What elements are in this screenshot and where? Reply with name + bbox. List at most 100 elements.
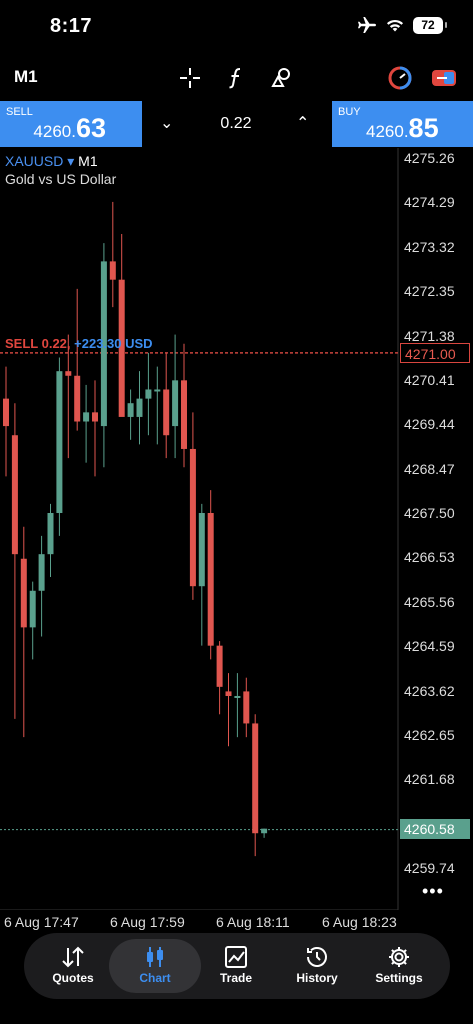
candle-body bbox=[261, 828, 268, 834]
price-tick-label: 4264.59 bbox=[404, 638, 455, 655]
nav-settings-label: Settings bbox=[375, 971, 423, 985]
sell-price: 4260.63 bbox=[33, 113, 106, 144]
nav-quotes-label: Quotes bbox=[52, 971, 94, 985]
position-line-label[interactable]: SELL 0.22, +223.30 USD bbox=[5, 336, 153, 351]
buy-button[interactable]: BUY 4260.85 bbox=[332, 101, 473, 147]
candle-body bbox=[47, 513, 54, 555]
sell-price-pips: 63 bbox=[75, 113, 106, 143]
candlestick-chart-svg[interactable] bbox=[0, 148, 473, 910]
price-tick-label: 4262.65 bbox=[404, 726, 455, 743]
nav-settings[interactable]: Settings bbox=[358, 939, 440, 993]
toggle-trade-icon bbox=[432, 70, 456, 86]
shapes-icon bbox=[271, 68, 290, 87]
timeframe-button[interactable]: M1 bbox=[14, 67, 38, 87]
candle-body bbox=[145, 389, 152, 399]
price-chart[interactable]: XAUUSD ▾ M1 Gold vs US Dollar SELL 0.22,… bbox=[0, 148, 473, 930]
bid-price-tag: 4260.58 bbox=[400, 819, 470, 839]
candle-body bbox=[56, 371, 63, 513]
price-tick-label: 4270.41 bbox=[404, 371, 455, 388]
candle-body bbox=[136, 398, 143, 417]
airplane-icon bbox=[358, 17, 376, 33]
candle-body bbox=[38, 554, 45, 591]
candle-body bbox=[234, 695, 241, 698]
candle-body bbox=[181, 380, 187, 449]
candle-body bbox=[83, 412, 90, 422]
candle-body bbox=[65, 371, 72, 376]
battery-indicator: 72 bbox=[413, 16, 447, 34]
candlestick-icon bbox=[147, 947, 163, 967]
candle-body bbox=[74, 375, 81, 422]
function-icon bbox=[229, 68, 241, 89]
nav-history[interactable]: History bbox=[276, 939, 358, 993]
speedometer-icon bbox=[388, 66, 412, 90]
price-tick-label: 4266.53 bbox=[404, 549, 455, 566]
sell-price-prefix: 4260. bbox=[33, 122, 76, 141]
candle-body bbox=[29, 590, 36, 628]
symbol-selector[interactable]: XAUUSD ▾ M1 bbox=[5, 153, 98, 170]
trade-panel: SELL 4260.63 ⌄ 0.22 ⌃ BUY 4260.85 bbox=[0, 101, 473, 147]
candle-body bbox=[243, 691, 250, 724]
history-clock-icon bbox=[307, 947, 327, 967]
position-profit-text: +223.30 USD bbox=[74, 336, 153, 351]
quotes-arrows-icon bbox=[62, 946, 84, 968]
status-icons: 72 bbox=[357, 16, 447, 34]
sell-label: SELL bbox=[6, 106, 33, 118]
time-tick-label: 6 Aug 17:47 bbox=[4, 914, 79, 930]
candle-body bbox=[92, 412, 98, 422]
gear-icon bbox=[389, 947, 409, 967]
price-tick-label: 4269.44 bbox=[404, 416, 455, 433]
price-tick-label: 4261.68 bbox=[404, 771, 455, 788]
symbol-name: XAUUSD bbox=[5, 153, 64, 169]
nav-trade-label: Trade bbox=[219, 971, 252, 985]
nav-trade[interactable]: Trade bbox=[195, 939, 277, 993]
candle-body bbox=[172, 380, 179, 427]
sell-button[interactable]: SELL 4260.63 bbox=[0, 101, 142, 147]
lot-size-value[interactable]: 0.22 bbox=[200, 115, 272, 133]
price-tick-label: 4267.50 bbox=[404, 505, 455, 521]
candle-body bbox=[20, 558, 27, 628]
time-tick-label: 6 Aug 18:23 bbox=[322, 914, 397, 930]
lot-increase-button[interactable]: ⌃ bbox=[296, 113, 309, 133]
price-tick-label: 4275.26 bbox=[404, 150, 455, 166]
candle-body bbox=[154, 389, 161, 392]
crosshair-button[interactable] bbox=[176, 64, 204, 92]
status-bar: 8:17 72 bbox=[0, 0, 473, 54]
chart-toolbar: M1 bbox=[0, 56, 473, 100]
candle-body bbox=[207, 513, 214, 646]
trade-mode-button[interactable] bbox=[430, 64, 458, 92]
candle-body bbox=[3, 398, 9, 427]
chart-timeframe: M1 bbox=[78, 153, 98, 169]
objects-button[interactable] bbox=[268, 64, 296, 92]
position-price-tag: 4271.00 bbox=[400, 343, 470, 363]
more-options-button[interactable]: ••• bbox=[422, 881, 444, 902]
buy-price: 4260.85 bbox=[366, 113, 439, 144]
lot-decrease-button[interactable]: ⌄ bbox=[160, 113, 173, 133]
candle-body bbox=[109, 261, 116, 280]
crosshair-icon bbox=[180, 68, 200, 88]
indicators-button[interactable] bbox=[222, 64, 250, 92]
candle-body bbox=[163, 389, 170, 436]
nav-history-label: History bbox=[296, 971, 338, 985]
price-tick-label: 4274.29 bbox=[404, 194, 455, 211]
one-click-trading-button[interactable] bbox=[386, 64, 414, 92]
price-tick-label: 4271.38 bbox=[404, 327, 455, 344]
price-tick-label: 4259.74 bbox=[404, 860, 455, 876]
position-sell-text: SELL 0.22, bbox=[5, 336, 71, 351]
price-tick-label: 4263.62 bbox=[404, 682, 455, 699]
price-tick-label: 4268.47 bbox=[404, 460, 455, 477]
candle-body bbox=[189, 448, 196, 587]
price-tick-label: 4265.56 bbox=[404, 593, 455, 610]
buy-label: BUY bbox=[338, 106, 361, 118]
time-tick-label: 6 Aug 17:59 bbox=[110, 914, 185, 930]
symbol-dropdown-icon: ▾ bbox=[67, 153, 75, 169]
bottom-navigation: Quotes Chart Trade History Settings bbox=[24, 933, 450, 999]
trade-chart-icon bbox=[225, 946, 247, 968]
candle-body bbox=[127, 403, 134, 417]
candle-body bbox=[225, 691, 232, 696]
candle-body bbox=[216, 645, 223, 687]
candle-body bbox=[198, 513, 205, 587]
nav-quotes[interactable]: Quotes bbox=[32, 939, 114, 993]
nav-chart[interactable]: Chart bbox=[109, 939, 201, 993]
status-time: 8:17 bbox=[50, 15, 93, 37]
candle-body bbox=[11, 435, 18, 555]
